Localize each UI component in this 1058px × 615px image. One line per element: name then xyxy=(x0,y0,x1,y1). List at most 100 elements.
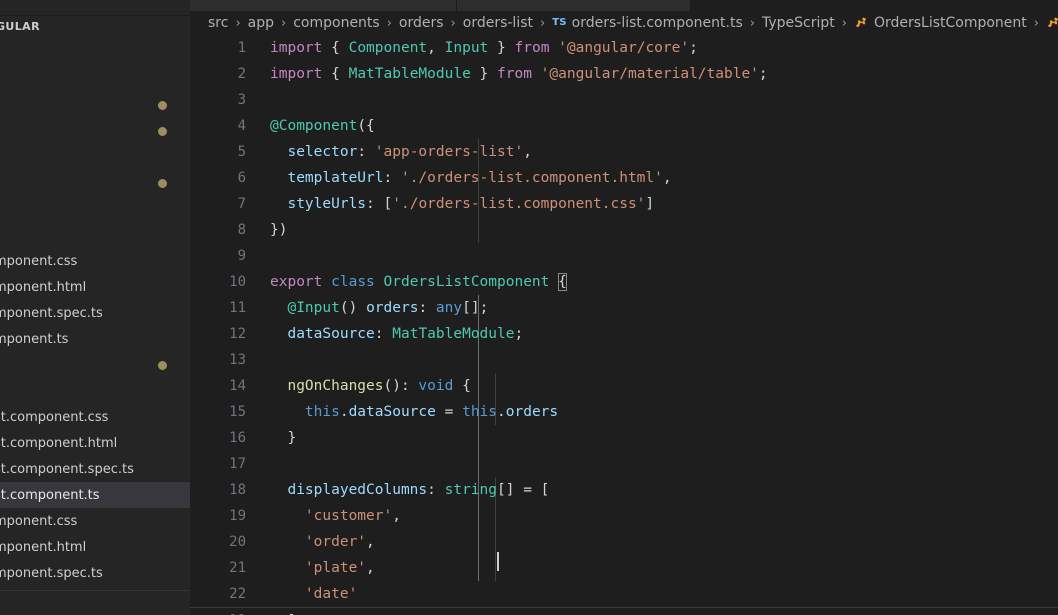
code-line[interactable]: 18 displayedColumns: string[] = [ xyxy=(190,477,1058,503)
breadcrumb-item[interactable]: orders xyxy=(399,15,444,31)
tab-strip-segment[interactable] xyxy=(457,0,690,11)
code-line[interactable]: 15 this.dataSource = this.orders xyxy=(190,399,1058,425)
file-tree-item[interactable] xyxy=(0,352,190,378)
breadcrumb-item[interactable]: TypeScript xyxy=(762,15,835,31)
file-tree-item-label: mponent.spec.ts xyxy=(0,566,103,581)
code-line-text: dataSource: MatTableModule; xyxy=(270,321,523,347)
file-tree-item-label: st.component.spec.ts xyxy=(0,462,134,477)
file-tree-item[interactable] xyxy=(0,196,190,222)
code-line[interactable]: 1import { Component, Input } from '@angu… xyxy=(190,35,1058,61)
breadcrumb-item[interactable]: components xyxy=(293,15,380,31)
breadcrumb-item[interactable]: orders-list xyxy=(463,15,533,31)
file-tree-item[interactable] xyxy=(0,118,190,144)
code-line[interactable]: 21 'plate', xyxy=(190,555,1058,581)
file-tree-item[interactable] xyxy=(0,92,190,118)
tab-strip-segment[interactable] xyxy=(190,0,456,11)
file-tree-item[interactable] xyxy=(0,378,190,404)
code-line-text: }) xyxy=(270,217,287,243)
line-number: 22 xyxy=(190,581,246,607)
code-line[interactable]: 12 dataSource: MatTableModule; xyxy=(190,321,1058,347)
code-line[interactable]: 7 styleUrls: ['./orders-list.component.c… xyxy=(190,191,1058,217)
line-number: 4 xyxy=(190,113,246,139)
breadcrumb-item[interactable]: OrdersListComponent xyxy=(854,15,1027,31)
line-number: 13 xyxy=(190,347,246,373)
code-line[interactable]: 22 'date' xyxy=(190,581,1058,607)
file-tree-item[interactable] xyxy=(0,222,190,248)
file-tree-item[interactable]: mponent.html xyxy=(0,274,190,300)
code-line[interactable]: 9 xyxy=(190,243,1058,269)
file-tree: mponent.cssmponent.htmlmponent.spec.tsmp… xyxy=(0,40,190,586)
file-tree-item[interactable]: mponent.ts xyxy=(0,326,190,352)
code-line-text: import { MatTableModule } from '@angular… xyxy=(270,61,768,87)
tab-strip-segment-active[interactable] xyxy=(691,0,1058,11)
breadcrumb-separator-icon: › xyxy=(750,16,755,31)
file-tree-item[interactable]: mponent.spec.ts xyxy=(0,560,190,586)
code-line[interactable]: 3 xyxy=(190,87,1058,113)
line-number: 3 xyxy=(190,87,246,113)
file-tree-item-label: mponent.ts xyxy=(0,332,68,347)
file-tree-item[interactable]: mponent.spec.ts xyxy=(0,300,190,326)
code-line-text: import { Component, Input } from '@angul… xyxy=(270,35,698,61)
code-line[interactable]: 17 xyxy=(190,451,1058,477)
sidebar-divider xyxy=(0,590,190,591)
line-number: 23 xyxy=(190,608,246,615)
file-tree-item[interactable]: mponent.css xyxy=(0,248,190,274)
breadcrumb-item-label: TypeScript xyxy=(762,15,835,31)
line-number: 12 xyxy=(190,321,246,347)
breadcrumb-item-label: components xyxy=(293,15,380,31)
file-tree-item[interactable] xyxy=(0,170,190,196)
editor-tab-bar[interactable] xyxy=(190,0,1058,11)
code-line-text: displayedColumns: string[] = [ xyxy=(270,477,549,503)
editor-pane: src›app›components›orders›orders-list›TS… xyxy=(190,0,1058,615)
breadcrumb-separator-icon: › xyxy=(451,16,456,31)
code-line[interactable]: 6 templateUrl: './orders-list.component.… xyxy=(190,165,1058,191)
file-tree-item[interactable]: mponent.html xyxy=(0,534,190,560)
git-modified-dot-icon xyxy=(158,179,167,188)
code-line[interactable]: 11 @Input() orders: any[]; xyxy=(190,295,1058,321)
file-tree-item-label: st.component.ts xyxy=(0,488,100,503)
code-line[interactable]: 19 'customer', xyxy=(190,503,1058,529)
breadcrumb-item-label: orders xyxy=(399,15,444,31)
code-line[interactable]: 5 selector: 'app-orders-list', xyxy=(190,139,1058,165)
file-tree-item[interactable]: st.component.html xyxy=(0,430,190,456)
breadcrumb[interactable]: src›app›components›orders›orders-list›TS… xyxy=(190,11,1058,35)
code-line[interactable]: 4@Component({ xyxy=(190,113,1058,139)
code-line[interactable]: 2import { MatTableModule } from '@angula… xyxy=(190,61,1058,87)
line-number: 16 xyxy=(190,425,246,451)
code-line[interactable]: 16 } xyxy=(190,425,1058,451)
breadcrumb-item-label: src xyxy=(208,15,228,31)
file-tree-item-label: mponent.html xyxy=(0,280,86,295)
breadcrumb-item-label: app xyxy=(248,15,274,31)
code-line[interactable]: 23 ]; xyxy=(190,607,1058,615)
line-number: 15 xyxy=(190,399,246,425)
code-line-text: ngOnChanges(): void { xyxy=(270,373,471,399)
breadcrumb-separator-icon: › xyxy=(1034,16,1039,31)
explorer-section-header[interactable]: GULAR xyxy=(0,15,190,37)
code-line-text: 'plate', xyxy=(270,555,375,581)
code-line[interactable]: 10export class OrdersListComponent { xyxy=(190,269,1058,295)
breadcrumb-item[interactable]: src xyxy=(208,15,228,31)
file-tree-item[interactable]: mponent.css xyxy=(0,508,190,534)
file-tree-item[interactable] xyxy=(0,66,190,92)
code-line[interactable]: 8}) xyxy=(190,217,1058,243)
code-editor[interactable]: 1import { Component, Input } from '@angu… xyxy=(190,35,1058,615)
file-tree-item-selected[interactable]: st.component.ts xyxy=(0,482,190,508)
code-line-text: export class OrdersListComponent { xyxy=(270,269,567,295)
breadcrumb-item-label: orders-list.component.ts xyxy=(572,15,743,31)
line-number: 7 xyxy=(190,191,246,217)
line-number: 17 xyxy=(190,451,246,477)
code-line[interactable]: 20 'order', xyxy=(190,529,1058,555)
file-tree-item[interactable]: st.component.css xyxy=(0,404,190,430)
line-number: 14 xyxy=(190,373,246,399)
file-tree-item[interactable] xyxy=(0,144,190,170)
code-line[interactable]: 13 xyxy=(190,347,1058,373)
sidebar-top-strip xyxy=(0,0,190,16)
git-modified-dot-icon xyxy=(158,361,167,370)
file-tree-item[interactable]: st.component.spec.ts xyxy=(0,456,190,482)
code-line[interactable]: 14 ngOnChanges(): void { xyxy=(190,373,1058,399)
line-number: 21 xyxy=(190,555,246,581)
breadcrumb-item[interactable]: TSorders-list.component.ts xyxy=(552,15,743,31)
code-line-text: 'date' xyxy=(270,581,357,607)
file-tree-item[interactable] xyxy=(0,40,190,66)
breadcrumb-item[interactable]: app xyxy=(248,15,274,31)
